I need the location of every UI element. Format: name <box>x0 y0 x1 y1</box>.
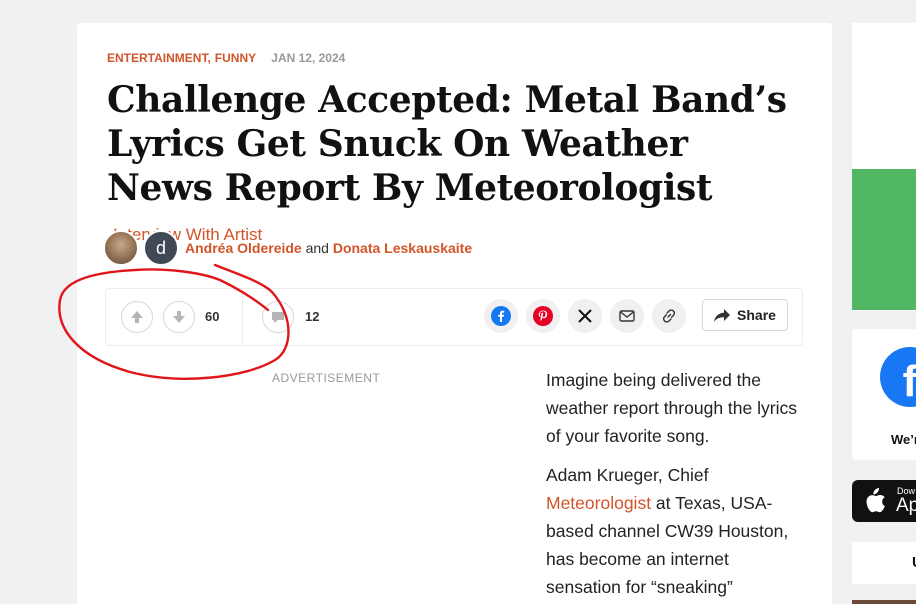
author-conjunction: and <box>305 240 329 256</box>
category-link-funny[interactable]: Funny <box>215 51 256 65</box>
category-link-entertainment[interactable]: Entertainment <box>107 51 207 65</box>
sidebar-widget-bottom-text: U <box>912 554 916 571</box>
body-paragraph-2: Adam Krueger, Chief Meteorologist at Tex… <box>546 461 808 601</box>
facebook-logo-letter: f <box>902 357 916 406</box>
facebook-widget-text: We’r <box>891 432 916 447</box>
share-arrow-icon <box>714 308 731 322</box>
arrow-down-icon <box>173 311 185 323</box>
meteorologist-link[interactable]: Meteorologist <box>546 493 651 513</box>
facebook-logo-icon[interactable]: f <box>880 347 916 407</box>
body-paragraph-1: Imagine being delivered the weather repo… <box>546 370 797 446</box>
share-label: Share <box>737 307 776 323</box>
advertisement-label: Advertisement <box>272 371 380 385</box>
share-pinterest-button[interactable] <box>526 299 560 333</box>
body-p2-before: Adam Krueger, Chief <box>546 465 709 485</box>
sidebar-widget-bottom: U <box>852 542 916 584</box>
sidebar-facebook-widget: f We’r <box>852 329 916 460</box>
mail-icon <box>619 310 635 322</box>
author-byline: d Andréa Oldereide and Donata Leskauskai… <box>103 230 472 266</box>
vote-count: 60 <box>205 309 220 324</box>
article-date: Jan 12, 2024 <box>271 51 346 65</box>
share-x-button[interactable] <box>568 299 602 333</box>
article-meta: Entertainment, Funny Jan 12, 2024 <box>107 51 345 65</box>
post-action-bar: 60 12 Share <box>105 288 803 346</box>
share-icons <box>484 299 686 333</box>
share-button[interactable]: Share <box>702 299 788 331</box>
article-card: Entertainment, Funny Jan 12, 2024 Challen… <box>77 23 832 604</box>
x-icon <box>578 309 592 323</box>
comments-button[interactable] <box>262 301 294 333</box>
sidebar-green-ad[interactable] <box>852 169 916 310</box>
author-names: Andréa Oldereide and Donata Leskauskaite <box>185 240 472 256</box>
sidebar-image-strip <box>852 600 916 604</box>
author-avatar-photo[interactable] <box>103 230 139 266</box>
arrow-up-icon <box>131 311 143 323</box>
copy-link-button[interactable] <box>652 299 686 333</box>
upvote-button[interactable] <box>121 301 153 333</box>
apple-icon <box>866 488 885 513</box>
article-title-text: Challenge Accepted: Metal Band’s Lyrics … <box>107 79 787 209</box>
author-link-second[interactable]: Donata Leskauskaite <box>333 240 472 256</box>
author-link-first[interactable]: Andréa Oldereide <box>185 240 302 256</box>
link-icon <box>662 309 676 323</box>
app-store-button[interactable]: Dow Ap <box>852 480 916 522</box>
pinterest-icon <box>533 306 553 326</box>
vote-group: 60 <box>106 289 243 345</box>
app-store-big-text: Ap <box>896 495 916 516</box>
facebook-icon <box>491 306 511 326</box>
share-facebook-button[interactable] <box>484 299 518 333</box>
advertisement-label-text: Advertisement <box>272 371 381 385</box>
comment-count: 12 <box>305 309 320 324</box>
downvote-button[interactable] <box>163 301 195 333</box>
category-separator: , <box>207 51 211 65</box>
share-email-button[interactable] <box>610 299 644 333</box>
author-avatar-letter[interactable]: d <box>143 230 179 266</box>
article-body: Imagine being delivered the weather repo… <box>546 366 808 604</box>
comment-icon <box>272 312 284 323</box>
